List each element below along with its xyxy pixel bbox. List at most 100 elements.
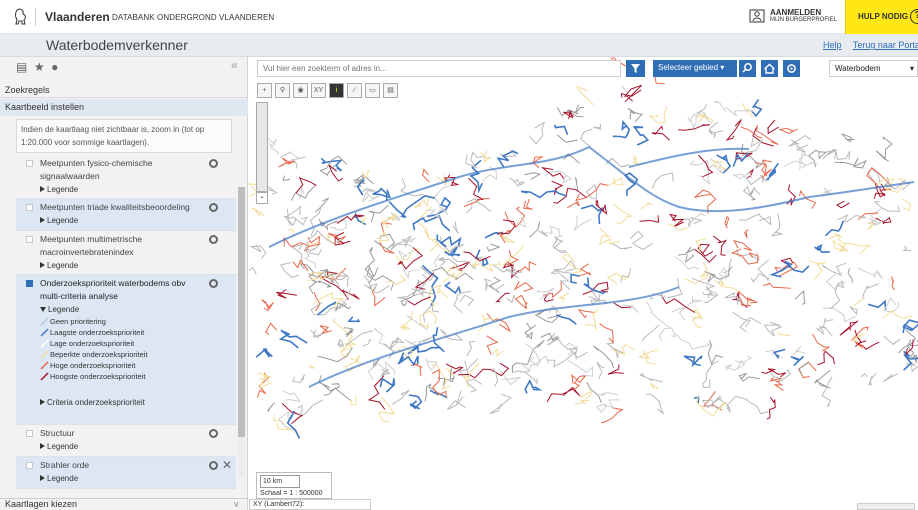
layer-checkbox[interactable] [26,236,33,243]
layer-checkbox-checked[interactable] [26,280,33,287]
sidebar-scrollbar[interactable] [238,187,245,477]
star-icon[interactable]: ★ [34,60,45,74]
legend-toggle[interactable]: Legende [40,440,236,453]
map-credit-badge[interactable] [857,503,915,510]
river-segment [566,200,580,209]
river-segment [792,346,806,356]
zoom-box-icon[interactable]: ⚲ [275,83,290,98]
river-segment [875,136,893,162]
search-input[interactable] [257,60,621,77]
map-viewer[interactable]: Selecteer gebied ▾ Waterbodem ▾ + ⚲ ◉ XY… [249,57,918,510]
expand-triangle-icon [40,475,45,481]
print-map-icon[interactable]: ▤ [383,83,398,98]
login-sublabel[interactable]: MIJN BURGERPROFIEL [770,17,837,23]
river-segment [857,267,883,279]
zoom-out-button[interactable]: - [256,192,268,204]
info-icon[interactable]: i [329,83,344,98]
print-icon[interactable]: ▤ [16,60,27,74]
legend-toggle-label: Legende [48,305,80,314]
legend-toggle[interactable]: Legende [40,259,236,272]
layer-item-selected[interactable]: Onderzoeksprioriteit waterbodems obv mul… [16,275,236,425]
zoom-slider[interactable] [256,102,268,192]
filter-button[interactable] [626,60,645,77]
layer-checkbox[interactable] [26,160,33,167]
layer-checkbox[interactable] [26,204,33,211]
river-segment [767,119,779,135]
zoom-extent-icon[interactable]: ◉ [293,83,308,98]
river-segment [337,338,345,349]
layer-item[interactable]: Meetpunten multimetrische macroinvertebr… [16,231,236,275]
layer-item[interactable]: Meetpunten fysico-chemische signaalwaard… [16,155,236,199]
home-button[interactable] [761,60,778,77]
river-segment [452,221,459,234]
zoekregels-header[interactable]: Zoekregels [0,82,248,98]
river-segment [492,367,499,387]
coordinate-readout: XY (Lambert72): [249,499,371,510]
river-segment [677,246,695,256]
river-segment [832,239,850,252]
map-layer-select[interactable]: Waterbodem ▾ [829,60,918,77]
comment-icon[interactable]: ● [51,60,58,74]
river-segment [413,288,436,297]
site-subtitle[interactable]: DATABANK ONDERGROND VLAANDEREN [112,13,274,22]
legend-toggle[interactable]: Legende [40,303,236,316]
zoom-in-button[interactable]: + [257,83,272,98]
layer-settings-icon[interactable] [209,279,218,288]
help-needed-button[interactable]: HULP NODIG ? [845,0,918,34]
layer-checkbox[interactable] [26,430,33,437]
layer-settings-icon[interactable] [209,235,218,244]
river-segment [562,253,583,274]
vlaanderen-lion-logo[interactable] [14,8,28,26]
river-segment [882,309,913,319]
river-segment [429,389,448,399]
help-link[interactable]: Help [823,40,842,50]
river-segment [891,276,895,291]
river-segment [459,294,475,307]
river-segment [304,255,317,269]
legend-toggle[interactable]: Legende [40,472,236,485]
kaartlagen-kiezen-header[interactable]: Kaartlagen kiezen ∨ [0,498,248,510]
layer-settings-icon[interactable] [209,159,218,168]
legend-toggle[interactable]: Legende [40,183,236,196]
layer-settings-icon[interactable] [209,429,218,438]
river-segment [364,284,390,294]
kaartbeeld-header[interactable]: Kaartbeeld instellen [0,99,248,116]
river-segment [282,175,291,182]
zoom-search-button[interactable] [739,60,756,77]
river-segment [402,268,420,280]
header-links: Help Terug naar Porta [823,40,918,50]
measure-area-icon[interactable]: ▭ [365,83,380,98]
criteria-toggle[interactable]: Criteria onderzoeksprioriteit [40,396,236,409]
brand-name[interactable]: Vlaanderen [45,10,110,24]
collapse-sidebar-icon[interactable]: « [231,58,238,72]
river-segment [446,390,466,411]
river-segment [404,339,417,346]
river-segment [898,341,913,354]
river-segment [483,278,505,291]
login-label[interactable]: AANMELDEN [770,8,821,17]
back-to-portal-link[interactable]: Terug naar Porta [853,40,918,50]
locate-button[interactable] [783,60,800,77]
layer-settings-icon[interactable] [209,461,218,470]
measure-line-icon[interactable]: ∕ [347,83,362,98]
xy-coordinate-button[interactable]: XY [311,83,326,98]
select-area-dropdown[interactable]: Selecteer gebied ▾ [653,60,737,77]
legend-toggle[interactable]: Legende [40,214,236,227]
scrollbar-thumb[interactable] [238,187,245,437]
river-network-map[interactable] [249,57,918,510]
river-segment [868,208,882,224]
layer-item[interactable]: Structuur Legende [16,425,236,457]
layer-item[interactable]: Meetpunten triade kwaliteitsbeoordeling … [16,199,236,231]
river-segment [255,347,273,358]
river-segment [724,215,730,229]
legend-toggle-label: Legende [47,474,79,483]
river-segment [467,177,484,200]
layer-settings-icon[interactable] [209,203,218,212]
river-segment [463,198,490,207]
user-profile-icon[interactable] [749,9,765,23]
layer-item[interactable]: Strahler orde ✕ Legende [16,457,236,489]
remove-layer-icon[interactable]: ✕ [222,458,232,472]
layer-checkbox[interactable] [26,462,33,469]
double-chevron-down-icon[interactable]: ∨ [233,499,240,510]
river-segment [717,267,728,284]
